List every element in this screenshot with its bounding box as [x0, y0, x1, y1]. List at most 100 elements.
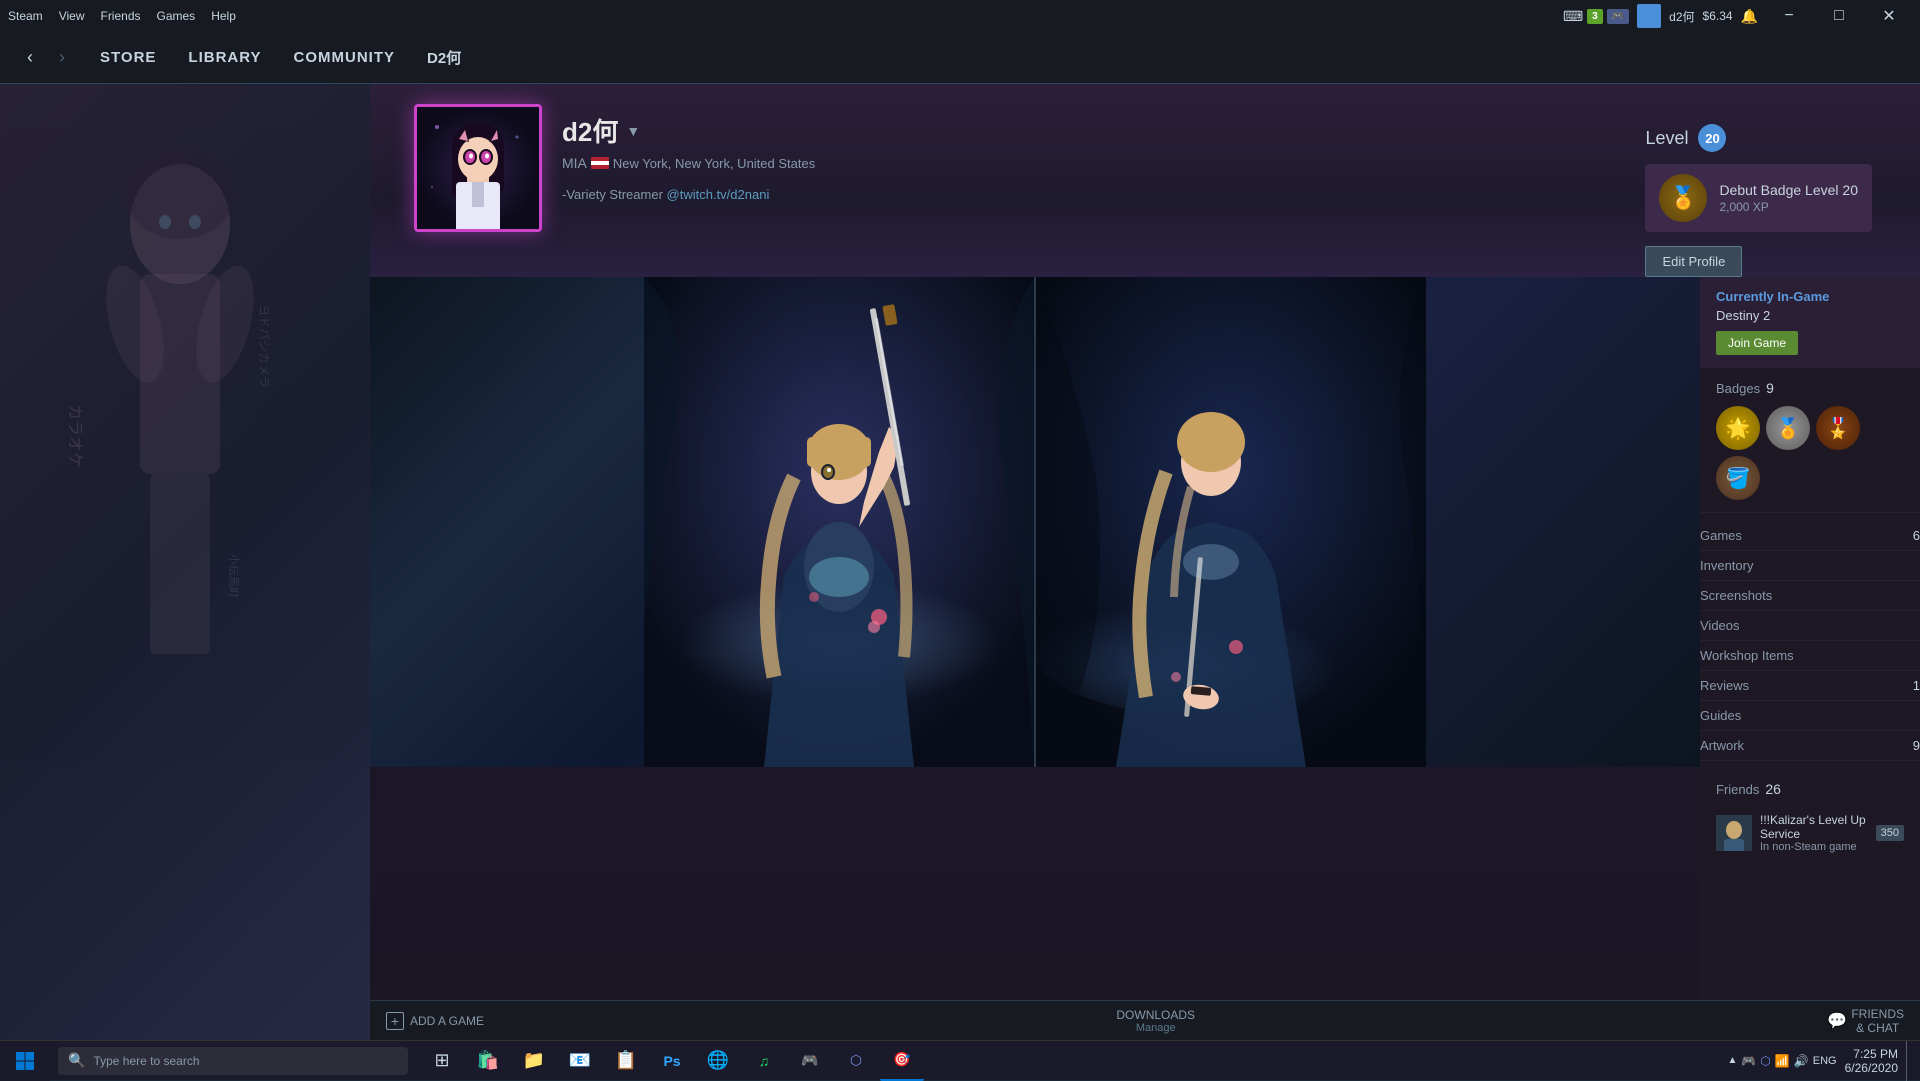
network-icon[interactable]: 📶 — [1775, 1054, 1790, 1068]
nav-library[interactable]: LIBRARY — [188, 45, 261, 70]
profile-dropdown-arrow[interactable]: ▼ — [626, 123, 640, 139]
in-game-name: Destiny 2 — [1716, 308, 1904, 323]
show-hidden-icon[interactable]: ▲ — [1728, 1055, 1738, 1066]
friends-chat-button[interactable]: 💬 FRIENDS & CHAT — [1827, 1007, 1904, 1035]
sidebar-videos[interactable]: Videos — [1700, 611, 1920, 641]
showcase-right — [1036, 277, 1426, 767]
games-count: 6 — [1913, 528, 1920, 543]
taskbar-app-explorer[interactable]: 📁 — [512, 1041, 556, 1081]
friend-avatar-icon — [1716, 815, 1752, 851]
taskbar-search-box[interactable]: 🔍 Type here to search — [58, 1047, 408, 1075]
inventory-label: Inventory — [1700, 558, 1753, 573]
taskbar-app-spotify[interactable]: ♫ — [742, 1041, 786, 1081]
badge-item-3[interactable]: 🎖️ — [1816, 406, 1860, 450]
badge-item-4[interactable]: 🪣 — [1716, 456, 1760, 500]
user-name-display: d2何 — [1669, 8, 1694, 25]
maximize-button[interactable]: □ — [1816, 0, 1862, 32]
notification-icon[interactable]: 🔔 — [1741, 8, 1758, 25]
workshop-label: Workshop Items — [1700, 648, 1794, 663]
sidebar-artwork[interactable]: Artwork 9 — [1700, 731, 1920, 761]
language-indicator[interactable]: ENG — [1813, 1055, 1837, 1067]
title-bar-left: Steam View Friends Games Help — [8, 9, 236, 23]
right-panel: Currently In-Game Destiny 2 Join Game Ba… — [1700, 277, 1920, 1000]
clock[interactable]: 7:25 PM 6/26/2020 — [1845, 1047, 1898, 1075]
friend-name-1: !!!Kalizar's Level Up Service — [1760, 813, 1868, 841]
taskbar-app-sticky[interactable]: 📋 — [604, 1041, 648, 1081]
nav-username[interactable]: D2何 — [427, 47, 461, 68]
reviews-label: Reviews — [1700, 678, 1749, 693]
friend-status-1: In non-Steam game — [1760, 841, 1868, 853]
taskbar-app-destiny[interactable]: 🎮 — [788, 1041, 832, 1081]
taskbar-app-taskview[interactable]: ⊞ — [420, 1041, 464, 1081]
badges-header: Badges 9 — [1716, 380, 1904, 396]
discord-tray-icon[interactable]: ⬡ — [1760, 1054, 1770, 1068]
menu-games[interactable]: Games — [157, 9, 196, 23]
join-game-button[interactable]: Join Game — [1716, 331, 1798, 355]
badge-item-2[interactable]: 🏅 — [1766, 406, 1810, 450]
badge-item-1[interactable]: 🌟 — [1716, 406, 1760, 450]
nav-community[interactable]: COMMUNITY — [294, 45, 396, 70]
badges-row: 🌟 🏅 🎖️ 🪣 — [1716, 406, 1904, 500]
taskbar-app-photoshop[interactable]: Ps — [650, 1041, 694, 1081]
nav-bar: ‹ › STORE LIBRARY COMMUNITY D2何 — [0, 32, 1920, 84]
profile-avatar-wrapper — [414, 104, 542, 232]
taskbar-time: 7:25 PM — [1853, 1047, 1898, 1061]
start-button[interactable] — [0, 1041, 50, 1081]
steam-tray-icon[interactable]: 🎮 — [1741, 1054, 1756, 1068]
nav-store[interactable]: STORE — [100, 45, 156, 70]
volume-icon[interactable]: 🔊 — [1794, 1054, 1809, 1068]
edit-profile-button[interactable]: Edit Profile — [1645, 246, 1742, 277]
taskbar-app-steam[interactable]: 🎯 — [880, 1041, 924, 1081]
sidebar-screenshots[interactable]: Screenshots — [1700, 581, 1920, 611]
games-label: Games — [1700, 528, 1742, 543]
location-flag: MIA — [562, 155, 587, 171]
friend-item-1[interactable]: !!!Kalizar's Level Up Service In non-Ste… — [1716, 807, 1904, 859]
title-bar-menu: Steam View Friends Games Help — [8, 9, 236, 23]
videos-label: Videos — [1700, 618, 1740, 633]
downloads-button[interactable]: DOWNLOADS Manage — [1116, 1008, 1195, 1034]
taskbar-app-chrome[interactable]: 🌐 — [696, 1041, 740, 1081]
sidebar-guides[interactable]: Guides — [1700, 701, 1920, 731]
title-bar-right: ⌨ 3 🎮 d2何 $6.34 🔔 − □ ✕ — [1563, 0, 1912, 32]
sidebar-workshop[interactable]: Workshop Items — [1700, 641, 1920, 671]
sidebar-inventory[interactable]: Inventory — [1700, 551, 1920, 581]
back-arrow[interactable]: ‹ — [16, 44, 44, 72]
sidebar-reviews[interactable]: Reviews 1 — [1700, 671, 1920, 701]
sidebar-games[interactable]: Games 6 — [1700, 521, 1920, 551]
bio-link[interactable]: @twitch.tv/d2nani — [667, 187, 770, 202]
showcase-left — [644, 277, 1034, 767]
guides-label: Guides — [1700, 708, 1741, 723]
taskbar-app-store[interactable]: 🛍️ — [466, 1041, 510, 1081]
forward-arrow[interactable]: › — [48, 44, 76, 72]
show-desktop-button[interactable] — [1906, 1041, 1912, 1081]
keyboard-icon: ⌨ — [1563, 8, 1583, 25]
level-header: Level 20 — [1645, 124, 1872, 152]
reviews-count: 1 — [1913, 678, 1920, 693]
menu-friends[interactable]: Friends — [100, 9, 140, 23]
artwork-count: 9 — [1913, 738, 1920, 753]
add-game-button[interactable]: + ADD A GAME — [386, 1012, 484, 1030]
location-text: New York, New York, United States — [613, 156, 815, 171]
user-avatar-small — [1637, 4, 1661, 28]
showcase-art-right — [1036, 277, 1426, 767]
chat-label: & CHAT — [1851, 1021, 1904, 1035]
steam-icons: ⌨ 3 🎮 — [1563, 8, 1629, 25]
svg-text:ヨドバシカメラ: ヨドバシカメラ — [257, 304, 271, 388]
profile-info: d2何 ▼ MIA New York, New York, United Sta… — [562, 104, 1649, 202]
menu-steam[interactable]: Steam — [8, 9, 43, 23]
window-controls: − □ ✕ — [1766, 0, 1912, 32]
profile-container: d2何 ▼ MIA New York, New York, United Sta… — [370, 84, 1920, 1040]
feed-area — [370, 277, 1700, 1000]
close-button[interactable]: ✕ — [1866, 0, 1912, 32]
taskbar-app-discord[interactable]: ⬡ — [834, 1041, 878, 1081]
friends-header: Friends 26 — [1716, 781, 1904, 797]
windows-logo-icon — [15, 1051, 35, 1071]
menu-view[interactable]: View — [59, 9, 85, 23]
badge-info: Debut Badge Level 20 2,000 XP — [1719, 182, 1858, 214]
taskbar-app-mail[interactable]: 📧 — [558, 1041, 602, 1081]
minimize-button[interactable]: − — [1766, 0, 1812, 32]
menu-help[interactable]: Help — [211, 9, 236, 23]
taskbar-apps: ⊞ 🛍️ 📁 📧 📋 Ps 🌐 ♫ 🎮 ⬡ 🎯 — [420, 1041, 924, 1081]
currently-in-game-section: Currently In-Game Destiny 2 Join Game — [1700, 277, 1920, 368]
plus-icon: + — [386, 1012, 404, 1030]
